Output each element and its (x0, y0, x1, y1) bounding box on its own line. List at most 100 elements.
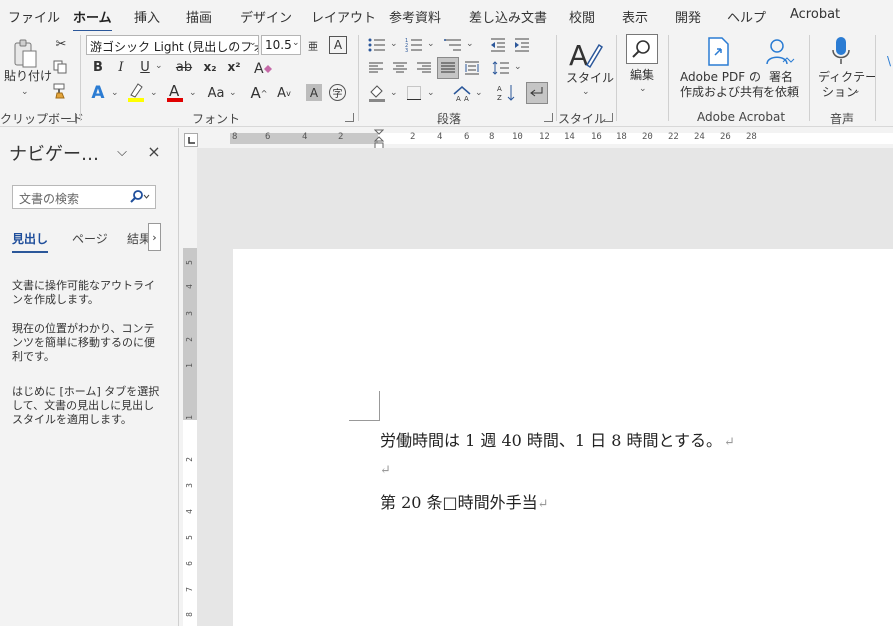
paragraph-launcher-icon[interactable] (544, 113, 553, 122)
bold-button[interactable]: B (90, 58, 106, 76)
ruler-tick: 16 (591, 132, 602, 142)
tab-selector-button[interactable] (184, 133, 198, 147)
font-name-combo[interactable]: 游ゴシック Light (見出しのフォン (86, 35, 259, 55)
character-shading-icon[interactable]: A (306, 84, 322, 101)
chevron-down-icon[interactable]: ⌄ (292, 38, 300, 48)
nav-tab-headings[interactable]: 見出し (12, 230, 49, 253)
tab-draw[interactable]: 描画 (186, 7, 212, 26)
tab-scroll-right-button[interactable]: › (148, 223, 161, 251)
tab-acrobat[interactable]: Acrobat (790, 7, 840, 22)
chevron-down-icon[interactable]: ⌄ (639, 84, 647, 94)
chevron-down-icon[interactable]: ⌄ (21, 87, 29, 97)
tab-help[interactable]: ヘルプ (727, 7, 766, 26)
nav-tab-pages[interactable]: ページ (72, 230, 108, 247)
shading-icon[interactable] (367, 83, 387, 103)
enclose-characters-icon[interactable]: 字 (329, 84, 346, 101)
svg-text:A: A (456, 95, 461, 102)
borders-icon[interactable] (405, 84, 423, 102)
phonetic-guide-icon[interactable]: 亜 (305, 36, 321, 54)
tab-home[interactable]: ホーム (73, 7, 112, 33)
asian-layout-icon[interactable]: AA (451, 83, 473, 103)
tab-references[interactable]: 参考資料 (389, 7, 441, 26)
subscript-button[interactable]: x₂ (201, 58, 219, 76)
highlight-color-icon[interactable] (126, 81, 146, 103)
text-effects-icon[interactable]: A (88, 83, 108, 103)
decrease-indent-icon[interactable] (489, 36, 507, 54)
align-right-icon[interactable] (415, 59, 433, 77)
overflow-icon[interactable]: \ (885, 51, 893, 71)
tab-view[interactable]: 表示 (622, 7, 648, 26)
increase-indent-icon[interactable] (513, 36, 531, 54)
align-left-icon[interactable] (367, 59, 385, 77)
cut-icon[interactable]: ✂ (53, 36, 69, 52)
close-icon[interactable]: × (146, 142, 162, 161)
chevron-down-icon[interactable]: ⌄ (582, 87, 590, 97)
align-center-icon[interactable] (391, 59, 409, 77)
chevron-down-icon[interactable]: ⌄ (427, 39, 435, 49)
paragraph-mark: ↵ (537, 497, 549, 512)
svg-text:A: A (497, 85, 502, 93)
chevron-down-icon[interactable]: ⌄ (189, 88, 197, 98)
strikethrough-button[interactable]: ab (173, 58, 195, 76)
clipboard-launcher-icon[interactable] (67, 113, 76, 122)
chevron-down-icon[interactable]: ⌄ (229, 88, 237, 98)
copy-icon[interactable] (52, 59, 68, 75)
font-color-icon[interactable]: A (165, 81, 185, 103)
request-signature-button[interactable] (764, 36, 796, 68)
clear-formatting-icon[interactable]: A (252, 58, 274, 78)
grow-font-icon[interactable]: A ^ (250, 83, 268, 103)
show-formatting-marks-icon[interactable] (526, 82, 548, 104)
chevron-down-icon[interactable]: ⌄ (155, 61, 163, 71)
justify-icon[interactable] (437, 57, 459, 79)
bullets-icon[interactable] (367, 36, 387, 54)
margin-crop-mark (379, 391, 380, 421)
horizontal-ruler[interactable]: 8 6 4 2 2 4 6 8 10 12 14 16 18 20 22 24 … (180, 128, 893, 150)
chevron-down-icon[interactable]: ⌄ (249, 38, 257, 48)
styles-launcher-icon[interactable] (604, 113, 613, 122)
paste-icon (14, 39, 37, 68)
document-paragraph[interactable]: ↵ (380, 459, 391, 478)
tab-layout[interactable]: レイアウト (311, 7, 376, 26)
change-case-button[interactable]: Aa (204, 83, 228, 103)
format-painter-icon[interactable] (52, 83, 68, 99)
distributed-icon[interactable] (463, 59, 481, 77)
multilevel-list-icon[interactable] (443, 36, 463, 54)
tab-mailings[interactable]: 差し込み文書 (469, 7, 547, 26)
tab-review[interactable]: 校閲 (569, 7, 595, 26)
chevron-down-icon[interactable]: ⌄ (150, 88, 158, 98)
editing-button[interactable] (626, 34, 658, 64)
document-heading[interactable]: 第 20 条□時間外手当↵ (380, 489, 549, 513)
italic-button[interactable]: I (113, 58, 129, 76)
document-paragraph[interactable]: 労働時間は 1 週 40 時間、1 日 8 時間とする。 ↵ (380, 427, 735, 451)
search-icon[interactable] (128, 189, 152, 205)
chevron-down-icon[interactable]: ⌄ (466, 39, 474, 49)
chevron-down-icon[interactable]: ⌄ (111, 88, 119, 98)
ruler-tick: 14 (564, 132, 575, 142)
underline-button[interactable]: U (137, 58, 153, 76)
chevron-down-icon[interactable]: ⌄ (427, 88, 435, 98)
superscript-button[interactable]: x² (225, 58, 243, 76)
font-launcher-icon[interactable] (345, 113, 354, 122)
chevron-down-icon[interactable]: ⌄ (390, 88, 398, 98)
chevron-down-icon[interactable]: ⌄ (514, 62, 522, 72)
paste-button[interactable] (10, 37, 40, 71)
chevron-down-icon[interactable]: ⌄ (390, 39, 398, 49)
tab-design[interactable]: デザイン (240, 7, 292, 26)
tab-file[interactable]: ファイル (8, 7, 60, 26)
tab-developer[interactable]: 開発 (675, 7, 701, 26)
line-spacing-icon[interactable] (491, 59, 511, 77)
pane-options-chevron-icon[interactable]: ⌵ (114, 144, 130, 160)
styles-group-label: スタイル (558, 112, 607, 126)
create-share-pdf-button[interactable] (704, 36, 734, 68)
sort-icon[interactable]: AZ (496, 83, 516, 103)
ruler-tick: 6 (464, 132, 470, 142)
chevron-down-icon[interactable]: ⌄ (475, 88, 483, 98)
numbering-icon[interactable]: 123 (404, 36, 424, 54)
character-border-icon[interactable]: A (329, 36, 347, 54)
tab-insert[interactable]: 挿入 (134, 7, 160, 26)
shrink-font-icon[interactable]: Av (275, 83, 293, 103)
styles-gallery-button[interactable]: A (565, 36, 605, 72)
ruler-tick: 2 (410, 132, 416, 142)
chevron-down-icon[interactable]: ⌄ (853, 86, 861, 96)
dictate-button[interactable] (829, 35, 853, 67)
